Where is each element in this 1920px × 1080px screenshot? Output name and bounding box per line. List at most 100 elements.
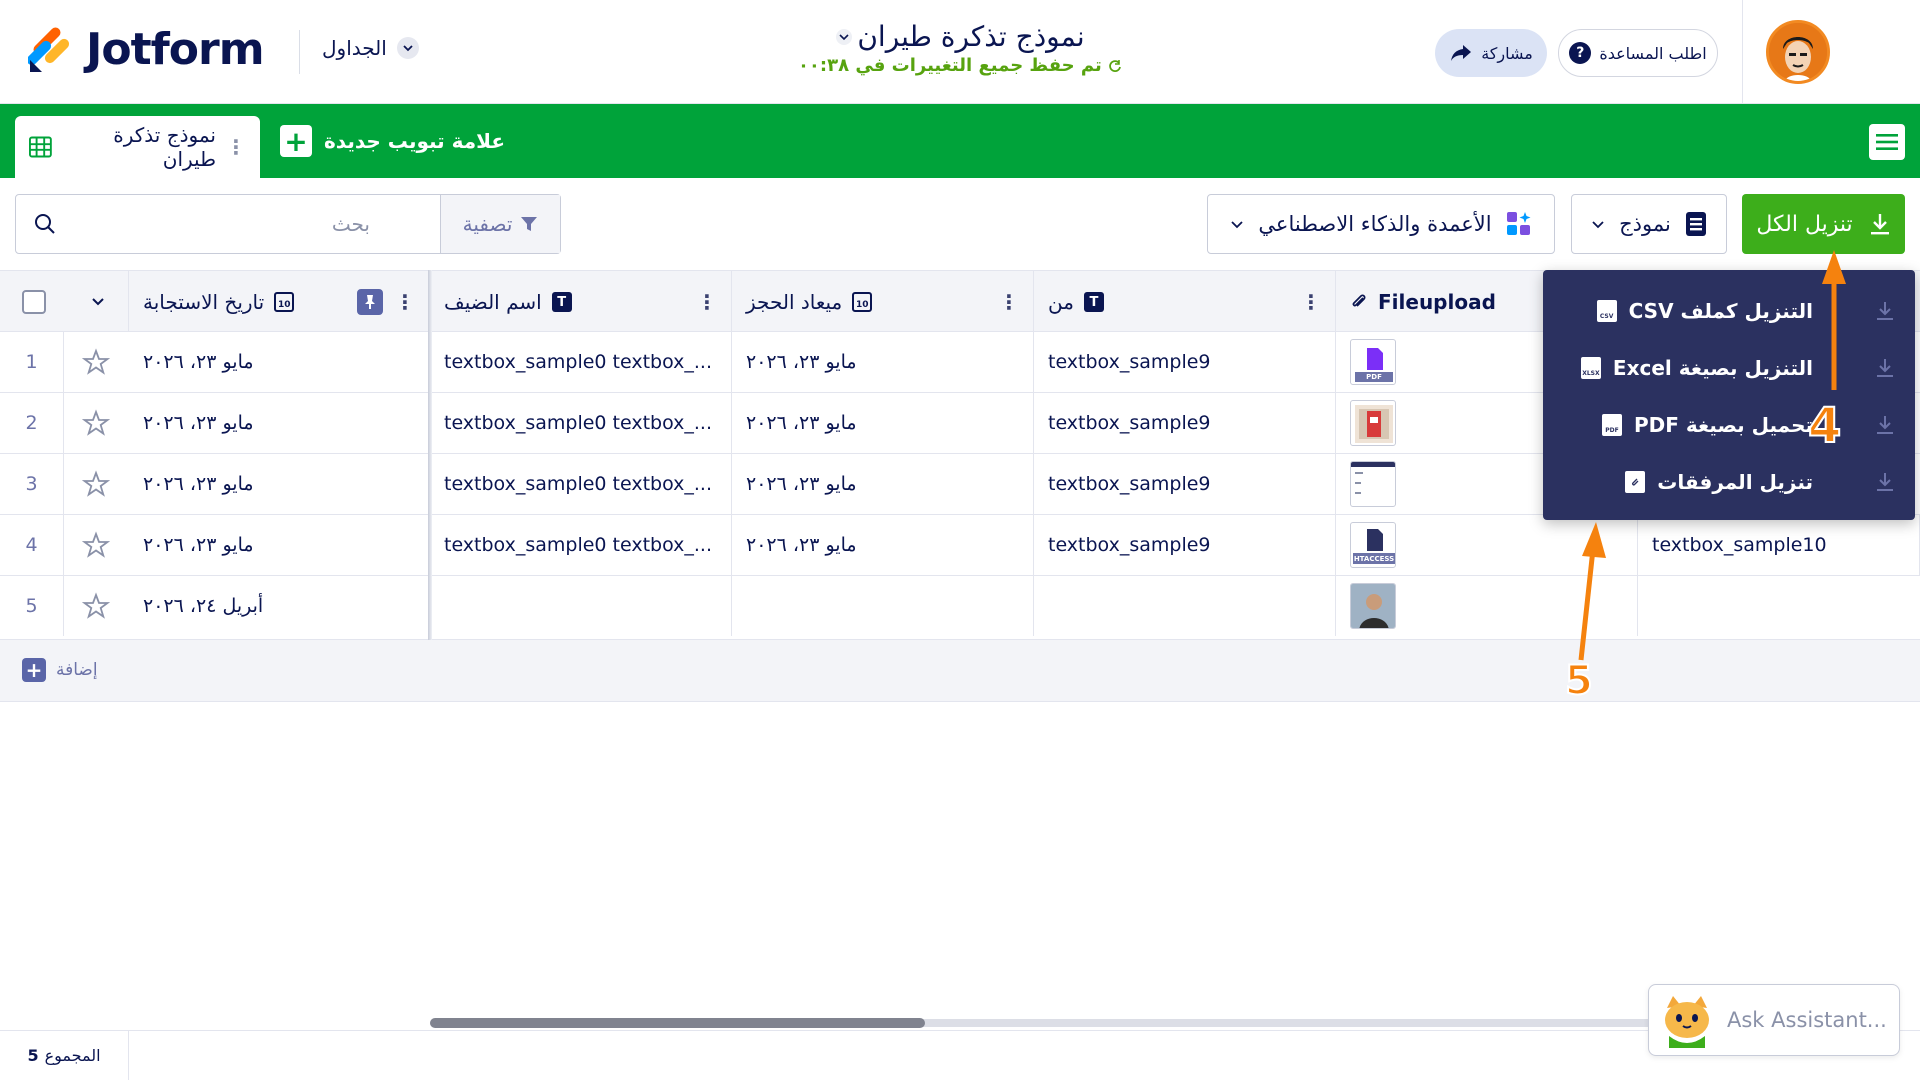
booking-date-cell[interactable]: مايو ٢٣، ٢٠٢٦ [732, 454, 1034, 514]
text-type-icon: T [1083, 292, 1104, 312]
guest-name-cell[interactable]: textbox_sample0 textbox_... [430, 393, 732, 453]
ask-assistant-widget[interactable]: Ask Assistant... [1648, 984, 1900, 1056]
from-cell[interactable]: textbox_sample9 [1034, 393, 1336, 453]
htaccess-file-thumbnail[interactable]: HTACCESS [1350, 522, 1396, 568]
cell-text: مايو ٢٣، ٢٠٢٦ [143, 351, 254, 373]
calendar-icon: 10 [274, 292, 295, 312]
column-title: Fileupload [1378, 290, 1496, 314]
document-title[interactable]: نموذج تذكرة طيران [835, 20, 1085, 53]
xlsx-file-icon: XLSX [1580, 356, 1601, 379]
download-icon [1877, 416, 1893, 434]
star-icon[interactable] [64, 332, 128, 392]
table-row[interactable]: 5 أبريل ٢٤، ٢٠٢٦ [0, 576, 1920, 640]
booking-date-cell[interactable]: مايو ٢٣، ٢٠٢٦ [732, 332, 1034, 392]
star-icon[interactable] [64, 515, 128, 575]
column-header-booking-date[interactable]: 10 ميعاد الحجز ⋮ [732, 271, 1034, 333]
guest-name-cell[interactable]: textbox_sample0 textbox_... [430, 332, 732, 392]
response-date-cell[interactable]: أبريل ٢٤، ٢٠٢٦ [129, 576, 430, 636]
column-menu-icon[interactable]: ⋮ [1301, 290, 1321, 314]
column-header-guest-name[interactable]: T اسم الضيف ⋮ [430, 271, 732, 333]
booking-date-cell[interactable]: مايو ٢٣، ٢٠٢٦ [732, 515, 1034, 575]
from-cell[interactable]: textbox_sample9 [1034, 454, 1336, 514]
brand-name: Jotform [86, 24, 265, 75]
column-menu-icon[interactable]: ⋮ [395, 290, 415, 314]
ai-grid-sparkle-icon [1506, 212, 1531, 235]
search-icon [35, 214, 55, 234]
new-tab-button[interactable]: علامة تبويب جديدة + [280, 122, 505, 160]
row-number: 2 [0, 393, 64, 453]
header-divider-right [1742, 0, 1743, 104]
menu-item-content: XLSX التنزيل بصيغة Excel [1573, 339, 1813, 396]
annotation-step-5: 5 [1564, 657, 1594, 705]
download-all-button[interactable]: تنزيل الكل [1742, 194, 1905, 254]
user-avatar[interactable] [1766, 20, 1830, 84]
menu-item-download-attachments[interactable]: تنزيل المرفقات [1543, 453, 1915, 510]
guest-name-cell[interactable]: textbox_sample0 textbox_... [430, 454, 732, 514]
hamburger-menu-button[interactable] [1869, 124, 1905, 160]
menu-item-download-excel[interactable]: XLSX التنزيل بصيغة Excel [1543, 339, 1915, 396]
document-file-thumbnail[interactable] [1350, 461, 1396, 507]
pdf-file-thumbnail[interactable]: PDF [1350, 339, 1396, 385]
star-icon[interactable] [64, 454, 128, 514]
tab-flight-ticket-form[interactable]: ⋮ نموذج تذكرة طيران [15, 116, 260, 178]
photo-file-thumbnail[interactable] [1350, 583, 1396, 629]
share-button[interactable]: مشاركة [1435, 29, 1547, 77]
guest-name-cell[interactable] [430, 576, 732, 636]
star-icon[interactable] [64, 576, 128, 636]
search-field[interactable] [16, 195, 440, 253]
column-title: اسم الضيف [444, 290, 542, 314]
menu-item-download-pdf[interactable]: PDF تحميل بصيغة PDF [1543, 396, 1915, 453]
tab-more-icon[interactable]: ⋮ [226, 137, 246, 157]
from-cell[interactable] [1034, 576, 1336, 636]
chevron-down-icon[interactable] [90, 294, 106, 310]
form-button[interactable]: نموذج [1571, 194, 1727, 254]
pdf-file-icon: PDF [1602, 413, 1622, 436]
search-input[interactable] [70, 212, 370, 236]
guest-name-cell[interactable]: textbox_sample0 textbox_... [430, 515, 732, 575]
menu-item-label: التنزيل بصيغة Excel [1612, 355, 1813, 380]
tables-menu[interactable]: الجداول [322, 36, 419, 60]
pin-icon[interactable] [357, 289, 383, 315]
tab-bar: ⋮ نموذج تذكرة طيران علامة تبويب جديدة + [0, 104, 1920, 178]
image-file-thumbnail[interactable] [1350, 400, 1396, 446]
menu-item-download-csv[interactable]: CSV التنزيل كملف CSV [1543, 282, 1915, 339]
filter-button[interactable]: تصفية [440, 195, 560, 253]
avatar-illustration-icon [1769, 23, 1827, 81]
menu-item-content: PDF تحميل بصيغة PDF [1573, 396, 1813, 453]
cell-text: مايو ٢٣، ٢٠٢٦ [746, 534, 857, 556]
column-title: تاريخ الاستجابة [143, 290, 265, 314]
response-date-cell[interactable]: مايو ٢٣، ٢٠٢٦ [129, 332, 430, 392]
download-icon [1877, 302, 1893, 320]
column-header-from[interactable]: T من ⋮ [1034, 271, 1336, 333]
hamburger-icon [1876, 134, 1898, 150]
add-row-button[interactable]: + إضافة [22, 658, 98, 682]
download-icon [1877, 473, 1893, 491]
response-date-cell[interactable]: مايو ٢٣، ٢٠٢٦ [129, 454, 430, 514]
horizontal-scrollbar-thumb[interactable] [430, 1018, 925, 1028]
download-icon [1877, 359, 1893, 377]
columns-ai-button[interactable]: الأعمدة والذكاء الاصطناعي [1207, 194, 1555, 254]
cell-text: مايو ٢٣، ٢٠٢٦ [143, 412, 254, 434]
search-bar: تصفية [15, 194, 561, 254]
table-row[interactable]: 4 مايو ٢٣، ٢٠٢٦ textbox_sample0 textbox_… [0, 515, 1920, 576]
paperclip-icon [1352, 294, 1366, 307]
booking-date-cell[interactable]: مايو ٢٣، ٢٠٢٦ [732, 393, 1034, 453]
get-help-button[interactable]: اطلب المساعدة ? [1558, 29, 1718, 77]
response-date-cell[interactable]: مايو ٢٣، ٢٠٢٦ [129, 515, 430, 575]
booking-date-cell[interactable] [732, 576, 1034, 636]
fileupload-cell[interactable] [1336, 576, 1638, 636]
column-menu-icon[interactable]: ⋮ [999, 290, 1019, 314]
response-date-cell[interactable]: مايو ٢٣، ٢٠٢٦ [129, 393, 430, 453]
jotform-logo[interactable]: Jotform [28, 24, 265, 75]
save-status-text: تم حفظ جميع التغييرات في ٠٠:٣٨ [797, 55, 1102, 76]
file-type-badge: HTACCESS [1353, 555, 1395, 563]
column-header-response-date[interactable]: 10 تاريخ الاستجابة ⋮ [129, 271, 430, 333]
text-type-icon: T [551, 292, 572, 312]
from-cell[interactable]: textbox_sample9 [1034, 515, 1336, 575]
star-icon[interactable] [64, 393, 128, 453]
extra-text-cell[interactable]: textbox_sample10 [1638, 515, 1920, 575]
select-all-checkbox[interactable] [22, 290, 46, 314]
fileupload-cell[interactable]: HTACCESS [1336, 515, 1638, 575]
from-cell[interactable]: textbox_sample9 [1034, 332, 1336, 392]
column-menu-icon[interactable]: ⋮ [697, 290, 717, 314]
